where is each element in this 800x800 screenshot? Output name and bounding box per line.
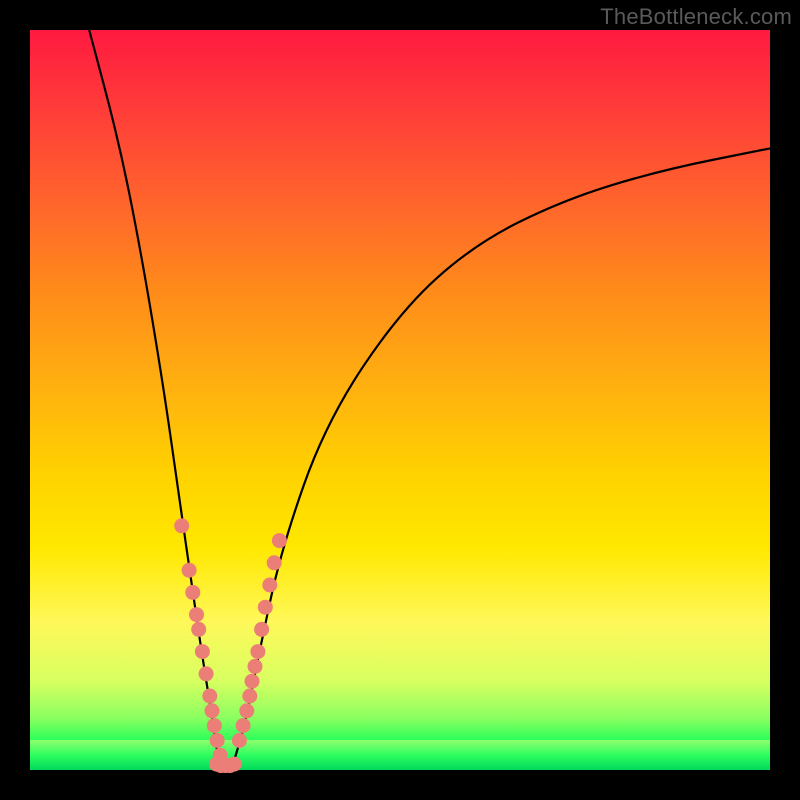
data-marker — [250, 644, 265, 659]
data-marker — [239, 703, 254, 718]
data-marker — [267, 555, 282, 570]
data-marker — [182, 563, 197, 578]
chart-frame: TheBottleneck.com — [0, 0, 800, 800]
data-marker — [242, 689, 257, 704]
marker-group — [174, 518, 287, 773]
data-marker — [272, 533, 287, 548]
curve-right — [234, 148, 771, 762]
data-marker — [195, 644, 210, 659]
data-marker — [205, 703, 220, 718]
plot-area — [30, 30, 770, 770]
data-marker — [174, 518, 189, 533]
data-marker — [207, 718, 222, 733]
data-marker — [185, 585, 200, 600]
data-marker — [236, 718, 251, 733]
chart-svg — [30, 30, 770, 770]
curve-group — [89, 30, 770, 763]
data-marker — [191, 622, 206, 637]
data-marker — [227, 757, 242, 772]
data-marker — [245, 674, 260, 689]
data-marker — [262, 578, 277, 593]
data-marker — [232, 733, 247, 748]
data-marker — [189, 607, 204, 622]
data-marker — [254, 622, 269, 637]
data-marker — [210, 733, 225, 748]
data-marker — [199, 666, 214, 681]
data-marker — [202, 689, 217, 704]
data-marker — [248, 659, 263, 674]
data-marker — [258, 600, 273, 615]
watermark-text: TheBottleneck.com — [600, 4, 792, 30]
